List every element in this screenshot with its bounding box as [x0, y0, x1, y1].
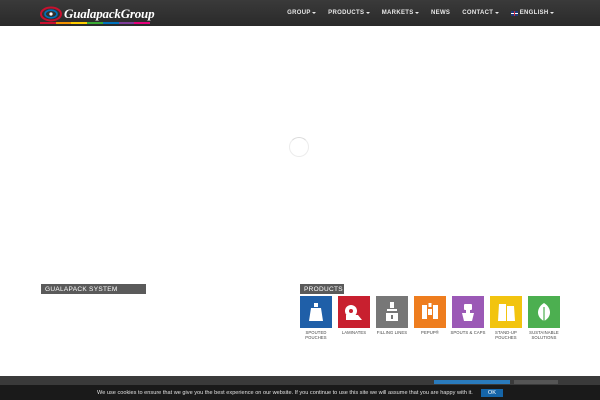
- products-heading: PRODUCTS: [300, 284, 344, 294]
- cookie-message: We use cookies to ensure that we give yo…: [97, 389, 473, 396]
- product-label: PEPUP®: [421, 330, 439, 335]
- logo-swirl-icon: [40, 6, 62, 22]
- stripe-segment: [102, 22, 119, 24]
- nav-group[interactable]: GROUP: [281, 0, 322, 26]
- page: GualapackGroup GROUP PRODUCTS MARKETS NE…: [0, 0, 600, 400]
- product-label: SUSTAINABLE SOLUTIONS: [529, 330, 559, 340]
- stripe-segment: [71, 22, 88, 24]
- product-tile[interactable]: [452, 296, 484, 328]
- site-header: GualapackGroup GROUP PRODUCTS MARKETS NE…: [0, 0, 600, 26]
- nav-contact[interactable]: CONTACT: [456, 0, 504, 26]
- cookie-ok-button[interactable]: OK: [480, 388, 503, 397]
- product-label: LAMINATES: [341, 330, 367, 335]
- loading-spinner-icon: [289, 137, 309, 157]
- logo-color-stripe: [40, 22, 151, 24]
- filling-machine-icon: [386, 302, 398, 321]
- product-label: SPOUTED POUCHES: [305, 330, 327, 340]
- nav-contact-label: CONTACT: [462, 10, 494, 16]
- standup-pouch-icon: [498, 304, 515, 321]
- product-tile[interactable]: [414, 296, 446, 328]
- stripe-segment: [40, 22, 56, 24]
- nav-language[interactable]: ENGLISH: [505, 0, 560, 26]
- footer-button[interactable]: [514, 380, 558, 384]
- caret-down-icon: [494, 12, 499, 14]
- leaf-icon: [538, 303, 550, 321]
- product-standup-pouches[interactable]: STAND-UP POUCHES: [490, 296, 522, 340]
- spout-cap-icon: [462, 304, 474, 321]
- product-grid: SPOUTED POUCHES LAMINATES FILLING LINES …: [300, 296, 560, 346]
- product-tile[interactable]: [528, 296, 560, 328]
- product-laminates[interactable]: LAMINATES: [338, 296, 370, 335]
- caret-down-icon: [550, 12, 554, 14]
- cookie-banner: We use cookies to ensure that we give yo…: [0, 385, 600, 400]
- laminate-roll-icon: [345, 305, 362, 320]
- product-filling-lines[interactable]: FILLING LINES: [376, 296, 408, 335]
- logo[interactable]: GualapackGroup: [40, 3, 155, 24]
- product-spouted-pouches[interactable]: SPOUTED POUCHES: [300, 296, 332, 340]
- product-tile[interactable]: [376, 296, 408, 328]
- nav-markets[interactable]: MARKETS: [376, 0, 425, 26]
- nav-products[interactable]: PRODUCTS: [322, 0, 376, 26]
- stripe-segment: [55, 22, 72, 24]
- product-tile[interactable]: [490, 296, 522, 328]
- spouted-pouch-icon: [309, 303, 323, 321]
- product-label: SPOUTS & CAPS: [450, 330, 486, 335]
- product-label: STAND-UP POUCHES: [495, 330, 517, 340]
- pepup-icon: [422, 303, 438, 319]
- product-spouts-caps[interactable]: SPOUTS & CAPS: [450, 296, 485, 335]
- nav-markets-label: MARKETS: [381, 10, 414, 16]
- caret-down-icon: [365, 12, 370, 14]
- stripe-segment: [118, 22, 135, 24]
- product-label: FILLING LINES: [376, 330, 408, 335]
- product-tile[interactable]: [338, 296, 370, 328]
- footer-button[interactable]: [434, 380, 510, 384]
- main-nav: GROUP PRODUCTS MARKETS NEWS CONTACT ENGL…: [281, 0, 560, 26]
- gualapack-system-heading: GUALAPACK SYSTEM: [41, 284, 146, 294]
- nav-language-label: ENGLISH: [519, 10, 549, 16]
- product-pepup[interactable]: PEPUP®: [414, 296, 446, 335]
- uk-flag-icon: [510, 10, 518, 16]
- stripe-segment: [134, 22, 151, 24]
- nav-news[interactable]: NEWS: [425, 0, 456, 26]
- stripe-segment: [87, 22, 103, 24]
- nav-products-label: PRODUCTS: [328, 10, 365, 16]
- nav-news-label: NEWS: [431, 10, 451, 16]
- nav-group-label: GROUP: [287, 10, 311, 16]
- logo-text: GualapackGroup: [64, 5, 155, 21]
- product-sustainable-solutions[interactable]: SUSTAINABLE SOLUTIONS: [528, 296, 560, 340]
- caret-down-icon: [415, 12, 420, 14]
- product-tile[interactable]: [300, 296, 332, 328]
- caret-down-icon: [312, 12, 317, 14]
